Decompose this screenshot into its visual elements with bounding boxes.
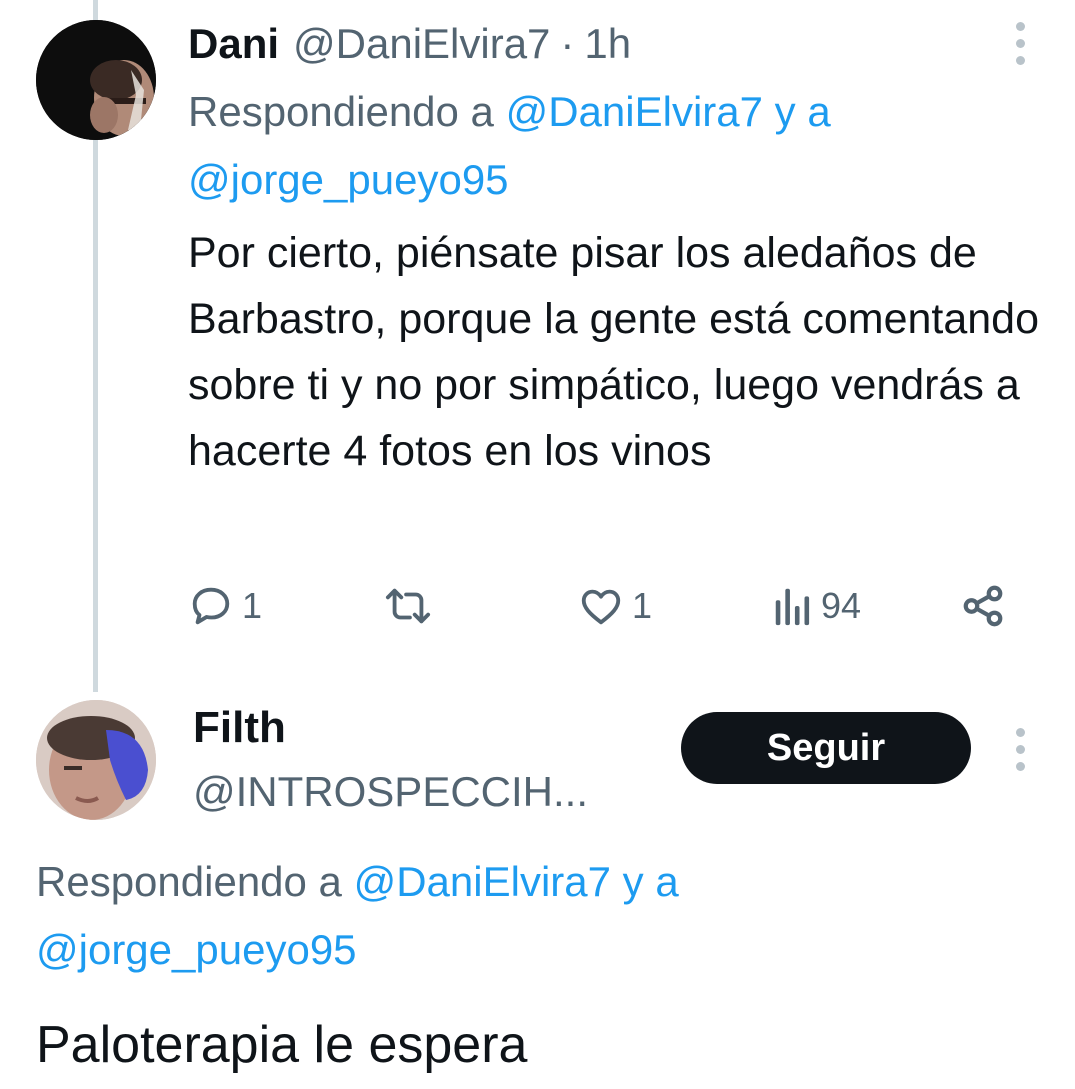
author-handle[interactable]: @DaniElvira7 [293,20,550,68]
share-icon [960,583,1006,629]
author-name[interactable]: Filth [193,700,286,756]
like-count: 1 [632,585,653,626]
tweet-text: Paloterapia le espera [36,1016,528,1074]
mention-link[interactable]: @jorge_pueyo95 [188,156,509,203]
like-button[interactable]: 1 [578,578,652,634]
timestamp[interactable]: 1h [584,20,631,68]
replying-to-join: y a [774,88,831,135]
views-icon [773,583,813,629]
reply-button[interactable]: 1 [188,578,262,634]
tweet-actions: 1 1 94 [188,578,1018,634]
tweet-text: Por cierto, piénsate pisar los aledaños … [188,229,1040,475]
replying-to-join: y a [622,858,679,905]
reply-icon [188,583,234,629]
replying-to-label: Respondiendo a [36,858,342,905]
mention-link[interactable]: @DaniElvira7 [354,858,611,905]
views-count: 94 [821,585,862,626]
retweet-icon [383,583,433,629]
avatar[interactable] [36,20,156,140]
tweet-header: Dani @DaniElvira7 · 1h [188,16,631,72]
replying-to-label: Respondiendo a [188,88,494,135]
views-button[interactable]: 94 [773,578,861,634]
heart-icon [578,583,624,629]
replying-to: Respondiendo a @DaniElvira7 y a @jorge_p… [188,78,1048,214]
mention-link[interactable]: @DaniElvira7 [506,88,763,135]
replying-to: Respondiendo a @DaniElvira7 y a @jorge_p… [36,848,1036,984]
follow-button[interactable]: Seguir [681,712,971,784]
mention-link[interactable]: @jorge_pueyo95 [36,926,357,973]
author-name[interactable]: Dani [188,20,279,68]
author-handle[interactable]: @INTROSPECCIH... [193,766,588,818]
retweet-button[interactable] [383,578,441,634]
separator-dot: · [560,20,575,67]
avatar[interactable] [36,700,156,820]
more-vertical-icon[interactable] [1013,728,1027,771]
more-vertical-icon[interactable] [1013,22,1027,65]
reply-count: 1 [242,585,263,626]
share-button[interactable] [960,578,1006,634]
